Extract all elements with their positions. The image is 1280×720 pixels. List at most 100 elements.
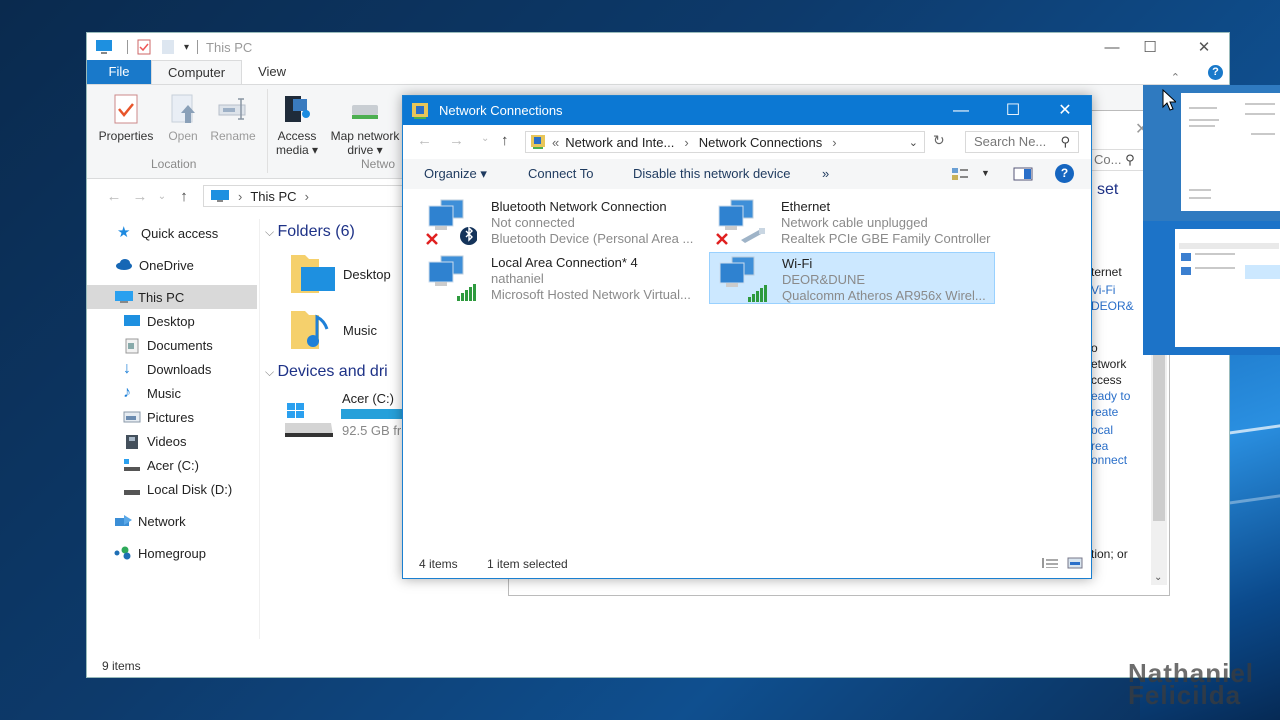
scroll-down-icon[interactable]: ⌄ <box>1154 572 1162 583</box>
nav-onedrive[interactable]: OneDrive <box>87 253 257 277</box>
downloads-icon: ↓ <box>123 360 131 377</box>
more-commands-button[interactable]: » <box>822 166 829 181</box>
breadcrumb-network-connections[interactable]: Network Connections <box>699 135 823 150</box>
nav-desktop[interactable]: Desktop <box>87 309 257 333</box>
nav-homegroup[interactable]: Homegroup <box>87 541 257 565</box>
devices-section-header[interactable]: ⌵ Devices and dri <box>265 363 388 381</box>
nw-address-row: ← → ⌄ ↑ « Network and Inte... › Network … <box>403 125 1091 159</box>
drive-acer-c[interactable]: Acer (C:) 92.5 GB fr <box>283 389 413 439</box>
disable-device-button[interactable]: Disable this network device <box>633 166 791 181</box>
desktop-icon <box>123 314 141 328</box>
nw-up-button[interactable]: ↑ <box>501 132 509 149</box>
tab-file[interactable]: File <box>87 60 151 84</box>
nw-search-input[interactable]: Search Ne... ⚲ <box>965 131 1079 153</box>
view-dropdown-icon[interactable]: ▼ <box>981 168 990 178</box>
network-adapter-icon <box>426 199 477 245</box>
homegroup-icon <box>114 546 132 560</box>
network-connections-icon <box>412 102 428 119</box>
drive-c-icon <box>123 458 141 472</box>
drive-usage-bar <box>341 409 411 419</box>
close-button[interactable]: ✕ <box>1181 37 1227 59</box>
task-thumbnail-network-connections[interactable] <box>1143 221 1280 355</box>
ribbon-collapse-icon[interactable]: ⌃ <box>1171 71 1180 84</box>
ribbon-tabs: File Computer View ⌃ ? <box>87 60 1229 85</box>
network-connections-window: Network Connections — ☐ ✕ ← → ⌄ ↑ « Netw… <box>402 95 1092 579</box>
nav-pictures[interactable]: Pictures <box>87 405 257 429</box>
nw-close-button[interactable]: ✕ <box>1041 96 1089 125</box>
organize-button[interactable]: Organize ▾ <box>424 166 487 182</box>
watermark: Nathaniel Felicilda <box>1128 658 1255 710</box>
properties-button[interactable]: Properties <box>95 93 157 143</box>
up-button[interactable]: ↑ <box>171 188 197 205</box>
nav-local-disk-d[interactable]: Local Disk (D:) <box>87 477 257 501</box>
refresh-button[interactable]: ↻ <box>933 132 945 149</box>
properties-quick-icon[interactable] <box>136 39 154 55</box>
connection-status: DEOR&DUNE <box>782 272 866 287</box>
cloud-icon <box>115 258 133 272</box>
breadcrumb-this-pc[interactable]: This PC <box>250 189 296 204</box>
videos-icon <box>123 434 141 449</box>
nav-quick-access[interactable]: ★ Quick access <box>87 221 257 245</box>
nw-window-title: Network Connections <box>439 103 563 118</box>
connection-device: Qualcomm Atheros AR956x Wirel... <box>782 288 986 303</box>
status-item-count: 4 items <box>419 557 458 571</box>
computer-icon <box>95 39 113 55</box>
large-icons-view-icon[interactable] <box>1067 557 1083 572</box>
nw-minimize-button[interactable]: — <box>937 96 985 125</box>
connection-item[interactable]: Bluetooth Network Connection Not connecte… <box>419 196 705 248</box>
forward-button[interactable]: → <box>127 188 153 205</box>
back-button[interactable]: ← <box>101 188 127 205</box>
preview-pane-icon[interactable] <box>1013 167 1033 184</box>
recent-locations-button[interactable]: ⌄ <box>153 191 171 202</box>
nw-back-button[interactable]: ← <box>417 132 432 149</box>
connection-item[interactable]: Ethernet Network cable unplugged Realtek P… <box>709 196 995 248</box>
nw-status-bar: 4 items 1 item selected <box>403 552 1091 578</box>
map-network-drive-button[interactable]: Map network drive ▾ <box>325 93 405 157</box>
folder-music[interactable]: Music <box>289 307 377 351</box>
nav-documents[interactable]: Documents <box>87 333 257 357</box>
connection-device: Microsoft Hosted Network Virtual... <box>491 287 691 302</box>
drive-d-icon <box>123 482 141 496</box>
nw-maximize-button[interactable]: ☐ <box>989 96 1037 125</box>
tab-view[interactable]: View <box>242 60 302 84</box>
folder-desktop[interactable]: Desktop <box>289 251 391 295</box>
nw-address-bar[interactable]: « Network and Inte... › Network Connecti… <box>525 131 925 153</box>
status-selected-count: 1 item selected <box>487 557 568 571</box>
open-button[interactable]: Open <box>161 93 205 143</box>
help-icon[interactable]: ? <box>1208 65 1223 80</box>
network-adapter-icon <box>719 256 767 302</box>
rename-button[interactable]: Rename <box>207 93 259 143</box>
nw-forward-button[interactable]: → <box>449 132 464 149</box>
nav-videos[interactable]: Videos <box>87 429 257 453</box>
folders-section-header[interactable]: ⌵ Folders (6) <box>265 223 355 241</box>
star-icon: ★ <box>117 224 131 241</box>
connection-device: Realtek PCIe GBE Family Controller <box>781 231 991 246</box>
address-dropdown-icon[interactable]: ⌄ <box>909 136 918 149</box>
maximize-button[interactable]: ☐ <box>1127 37 1173 59</box>
new-folder-quick-icon[interactable] <box>160 39 178 55</box>
nav-downloads[interactable]: ↓ Downloads <box>87 357 257 381</box>
mouse-cursor-icon <box>1162 89 1176 111</box>
nav-music[interactable]: ♪ Music <box>87 381 257 405</box>
quick-access-dropdown[interactable]: ▾ <box>184 42 189 53</box>
group-label-location: Location <box>151 157 197 171</box>
access-media-button[interactable]: Access media ▾ <box>273 93 321 157</box>
tab-computer[interactable]: Computer <box>151 60 243 84</box>
nav-network[interactable]: Network <box>87 509 257 533</box>
breadcrumb-network-and-internet[interactable]: Network and Inte... <box>565 135 674 150</box>
nw-title-bar: Network Connections — ☐ ✕ <box>403 96 1091 125</box>
nav-this-pc[interactable]: This PC <box>87 285 257 309</box>
behind-wifi-link[interactable]: Vi-Fi <box>1091 283 1115 297</box>
nw-recent-button[interactable]: ⌄ <box>481 133 489 144</box>
nav-acer-c[interactable]: Acer (C:) <box>87 453 257 477</box>
connect-to-button[interactable]: Connect To <box>528 166 594 181</box>
connection-status: Network cable unplugged <box>781 215 928 230</box>
details-view-icon[interactable] <box>1041 557 1059 572</box>
change-view-icon[interactable] <box>951 167 969 184</box>
properties-icon <box>110 93 142 125</box>
windows-drive-icon <box>285 403 333 437</box>
music-folder-icon <box>291 311 329 349</box>
nw-help-icon[interactable]: ? <box>1055 164 1074 183</box>
connection-item[interactable]: Local Area Connection* 4 nathaniel Microso… <box>419 252 705 304</box>
connection-item[interactable]: Wi-Fi DEOR&DUNE Qualcomm Atheros AR956x Wi… <box>709 252 995 304</box>
